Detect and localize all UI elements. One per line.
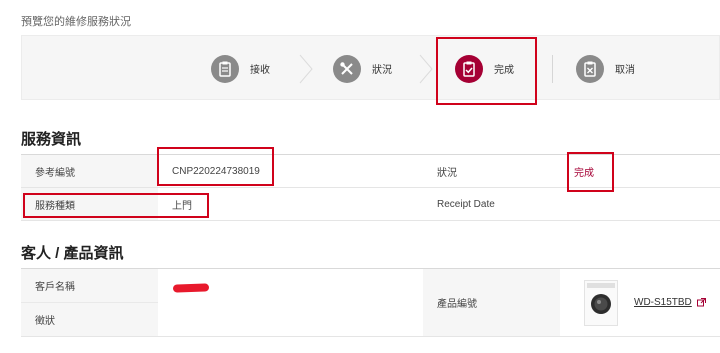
- highlight-box: [567, 152, 614, 192]
- product-model-link[interactable]: WD-S15TBD: [634, 297, 692, 308]
- highlight-box: [436, 37, 537, 105]
- receipt-date-value: [560, 188, 720, 220]
- symptom-label: 徵狀: [21, 303, 158, 336]
- step-cancelled: 取消: [576, 36, 635, 101]
- product-number-label: 產品編號: [423, 269, 560, 336]
- status-label: 狀況: [437, 167, 457, 179]
- step-divider: [552, 55, 553, 83]
- clipboard-icon: [211, 54, 239, 83]
- step-label-received: 接收: [250, 65, 270, 76]
- highlight-box: [157, 147, 274, 186]
- ref-number-label: 參考編號: [21, 155, 158, 187]
- step-separator-icon: [419, 54, 433, 84]
- section-title-service-info: 服務資訊: [21, 131, 82, 148]
- product-cell: WD-S15TBD: [560, 269, 720, 336]
- highlight-box: [23, 193, 209, 218]
- washing-machine-icon: [584, 279, 618, 326]
- step-in-progress: 狀況: [333, 36, 392, 101]
- redacted-customer-name: [172, 283, 210, 293]
- status-progress-bar: 接收 狀況 完成 取消: [21, 35, 720, 100]
- tools-icon: [333, 54, 361, 83]
- step-label-cancelled: 取消: [615, 65, 635, 76]
- table-row: 參考編號 CNP220224738019 狀況 完成: [21, 155, 720, 188]
- customer-name-label: 客戶名稱: [21, 269, 158, 303]
- table-row: 客戶名稱 徵狀 產品編號 WD-S15TBD: [21, 269, 720, 337]
- customer-info-table: 客戶名稱 徵狀 產品編號 WD-S15TBD: [21, 268, 720, 337]
- cancel-clipboard-icon: [576, 54, 604, 83]
- receipt-date-label: Receipt Date: [437, 198, 495, 210]
- section-title-customer-info: 客人 / 產品資訊: [21, 245, 124, 262]
- page-subtitle: 預覽您的維修服務狀況: [21, 16, 131, 28]
- external-link-icon[interactable]: [696, 298, 706, 307]
- step-separator-icon: [299, 54, 313, 84]
- step-label-status: 狀況: [372, 65, 392, 76]
- step-received: 接收: [211, 36, 270, 101]
